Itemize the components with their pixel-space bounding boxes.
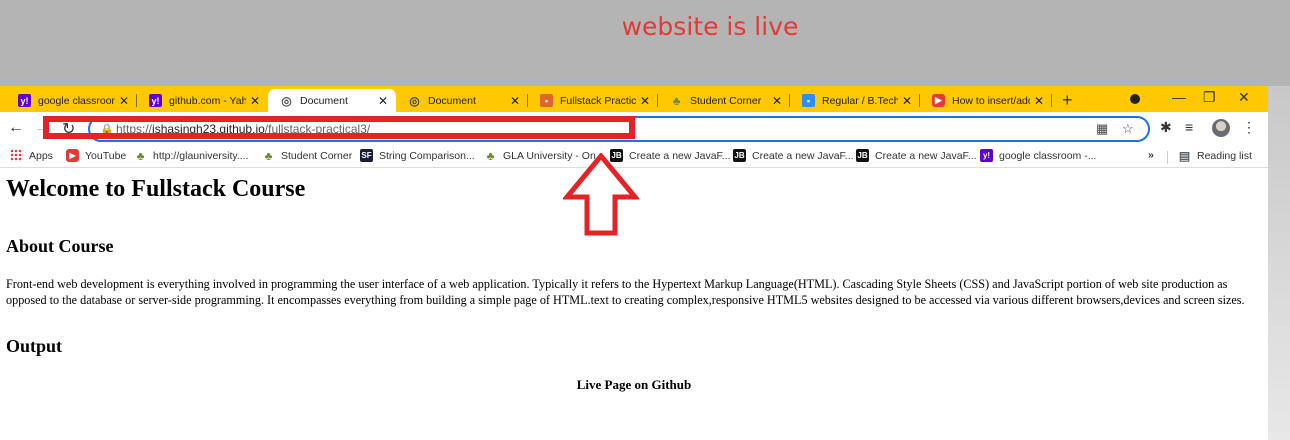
profile-dot-icon[interactable] bbox=[1130, 94, 1140, 104]
close-icon[interactable]: ✕ bbox=[768, 94, 786, 108]
avatar[interactable] bbox=[1212, 119, 1230, 137]
frog-icon: ♣ bbox=[486, 148, 495, 163]
globe-icon: ◎ bbox=[280, 93, 293, 108]
jb-icon: JB bbox=[856, 149, 869, 162]
close-icon[interactable]: ✕ bbox=[246, 94, 264, 108]
new-tab-button[interactable]: + bbox=[1062, 90, 1073, 111]
youtube-icon: ▶ bbox=[66, 149, 79, 162]
bookmark-javafx-2[interactable]: JB Create a new JavaF... bbox=[733, 149, 854, 162]
frog-icon: ♣ bbox=[264, 148, 273, 163]
tab-document[interactable]: ◎ Document ✕ bbox=[396, 89, 528, 112]
tab-title: Document bbox=[428, 94, 476, 107]
close-icon[interactable]: ✕ bbox=[1030, 94, 1048, 108]
up-arrow-annotation-icon bbox=[563, 153, 639, 236]
close-icon[interactable]: ✕ bbox=[115, 94, 133, 108]
media-queue-icon[interactable]: ≡ bbox=[1185, 119, 1193, 135]
close-icon[interactable]: ✕ bbox=[374, 94, 392, 108]
tab-google-classroom[interactable]: y! google classroom ✕ bbox=[6, 89, 137, 112]
annotation-caption: website is live bbox=[621, 12, 799, 41]
bookmark-student-corner[interactable]: ♣ Student Corner bbox=[262, 148, 353, 163]
bookmark-string-comparison[interactable]: SF String Comparison... bbox=[360, 149, 475, 162]
bookmark-google-classroom[interactable]: y! google classroom -... bbox=[980, 149, 1096, 162]
globe-icon: ◎ bbox=[409, 93, 420, 108]
browser-window: y! google classroom ✕ y! github.com - Ya… bbox=[0, 86, 1268, 440]
yahoo-icon: y! bbox=[980, 149, 993, 162]
bookmark-javafx-3[interactable]: JB Create a new JavaF... bbox=[856, 149, 977, 162]
tab-title: github.com - Yaho bbox=[169, 94, 246, 107]
tab-title: How to insert/add bbox=[952, 94, 1030, 107]
reading-list-button[interactable]: ▤ Reading list bbox=[1178, 148, 1252, 163]
tab-regular-btech[interactable]: ▪ Regular / B.Tech. ✕ bbox=[790, 89, 920, 112]
meet-icon: ▪ bbox=[802, 94, 815, 107]
bookmark-apps[interactable]: Apps bbox=[10, 149, 53, 162]
bookmark-glauniversity[interactable]: ♣ http://glauniversity.... bbox=[134, 148, 249, 163]
tab-strip: y! google classroom ✕ y! github.com - Ya… bbox=[0, 86, 1268, 112]
extensions-puzzle-icon[interactable]: ✱ bbox=[1160, 119, 1172, 136]
live-page-text: Live Page on Github bbox=[576, 377, 692, 392]
yahoo-icon: y! bbox=[18, 94, 31, 107]
close-window-icon[interactable]: ✕ bbox=[1238, 89, 1250, 106]
frog-icon: ♣ bbox=[672, 93, 681, 108]
url-highlight-box bbox=[43, 116, 635, 139]
tab-title: Regular / B.Tech. bbox=[822, 94, 898, 107]
bookmarks-divider bbox=[1167, 151, 1168, 164]
tab-github-yahoo[interactable]: y! github.com - Yaho ✕ bbox=[137, 89, 268, 112]
restore-icon[interactable]: ❐ bbox=[1203, 89, 1216, 106]
bookmark-youtube[interactable]: ▶ YouTube bbox=[66, 149, 126, 162]
menu-kebab-icon[interactable]: ⋮ bbox=[1242, 119, 1256, 136]
star-icon[interactable]: ☆ bbox=[1122, 121, 1134, 137]
back-arrow-icon[interactable]: ← bbox=[8, 119, 24, 137]
bookmarks-overflow-button[interactable]: » bbox=[1148, 149, 1154, 161]
tab-fullstack-practical[interactable]: ▪ Fullstack Practical ✕ bbox=[528, 89, 658, 112]
tab-title: Document bbox=[300, 94, 348, 107]
jb-icon: JB bbox=[733, 149, 746, 162]
page-title: Welcome to Fullstack Course bbox=[6, 176, 306, 202]
youtube-icon: ▶ bbox=[932, 94, 945, 107]
apps-grid-icon bbox=[10, 149, 23, 162]
close-icon[interactable]: ✕ bbox=[506, 94, 524, 108]
tab-title: Student Corner bbox=[690, 94, 762, 107]
classroom-icon: ▪ bbox=[540, 94, 553, 107]
tab-how-to-insert[interactable]: ▶ How to insert/add ✕ bbox=[920, 89, 1052, 112]
about-heading: About Course bbox=[6, 236, 114, 256]
about-paragraph: Front-end web development is everything … bbox=[6, 277, 1245, 307]
tab-title: google classroom bbox=[38, 94, 115, 107]
reading-list-icon: ▤ bbox=[1178, 148, 1191, 163]
scroll-edge bbox=[1268, 86, 1290, 440]
yahoo-icon: y! bbox=[149, 94, 162, 107]
minimize-icon[interactable]: — bbox=[1172, 89, 1186, 105]
tab-document-active[interactable]: ◎ Document ✕ bbox=[268, 89, 396, 112]
sf-icon: SF bbox=[360, 149, 373, 162]
close-icon[interactable]: ✕ bbox=[636, 94, 654, 108]
frog-icon: ♣ bbox=[136, 148, 145, 163]
qr-code-icon[interactable]: ▦ bbox=[1096, 121, 1108, 137]
close-icon[interactable]: ✕ bbox=[898, 94, 916, 108]
output-heading: Output bbox=[6, 336, 63, 356]
tab-student-corner[interactable]: ♣ Student Corner ✕ bbox=[658, 89, 790, 112]
tab-title: Fullstack Practical bbox=[560, 94, 636, 107]
